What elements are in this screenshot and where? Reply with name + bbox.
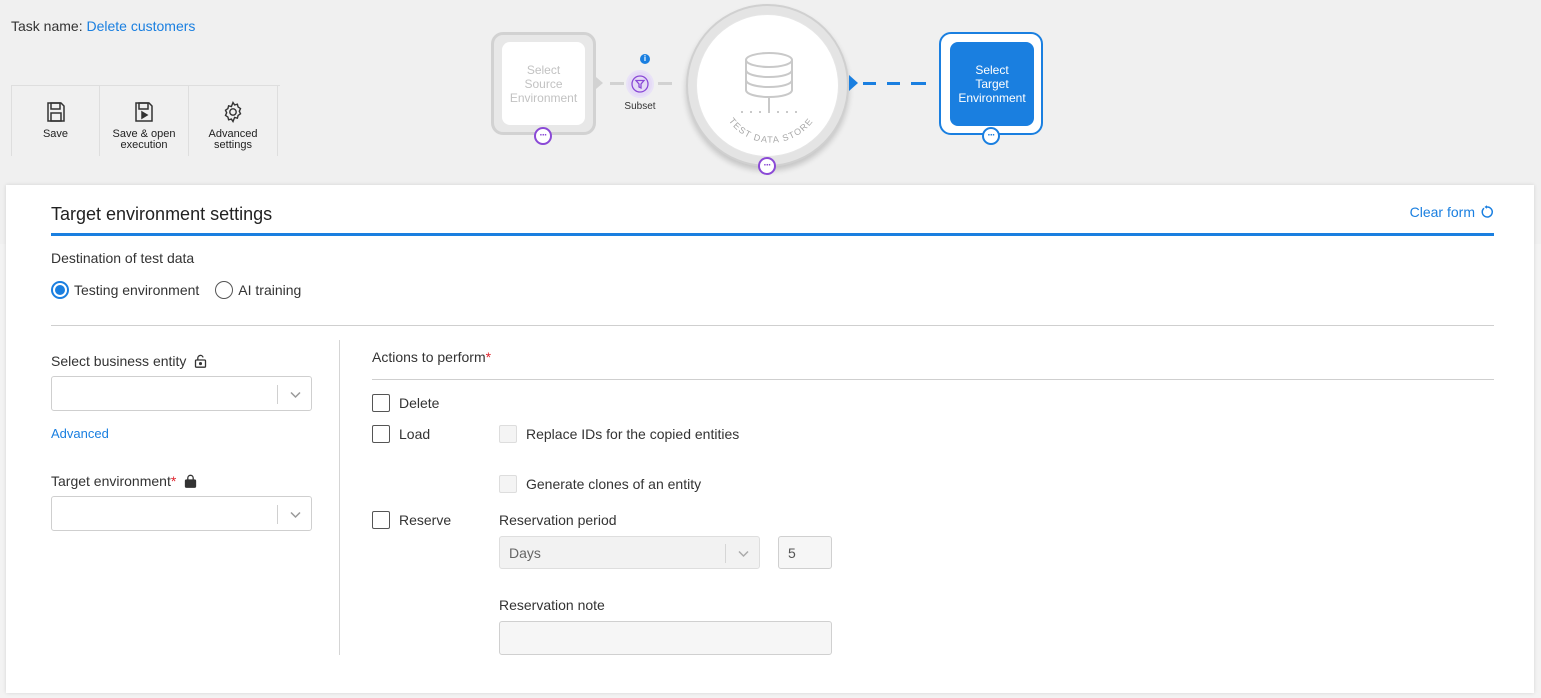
reservation-note-input[interactable] [499, 621, 832, 655]
radio-ai-training[interactable]: AI training [215, 281, 301, 299]
target-label-2: Target [975, 77, 1009, 91]
reservation-period-unit-select[interactable]: Days [499, 536, 760, 569]
clear-form-button[interactable]: Clear form [1410, 204, 1494, 220]
source-environment-node[interactable]: Select Source Environment [491, 32, 596, 135]
source-more-button[interactable]: ··· [534, 127, 552, 145]
checkbox-replace-ids-label: Replace IDs for the copied entities [526, 426, 740, 442]
radio-testing-environment[interactable]: Testing environment [51, 281, 199, 299]
checkbox-load-label: Load [399, 426, 431, 442]
select-separator [277, 505, 278, 524]
reservation-note-label: Reservation note [499, 597, 605, 613]
required-mark: * [485, 349, 492, 365]
target-more-button[interactable]: ··· [982, 127, 1000, 145]
radio-testing-environment-control[interactable] [51, 281, 69, 299]
test-data-store-label: TEST DATA STORE [727, 116, 815, 145]
target-arrow-head [849, 75, 858, 91]
store-more-button[interactable]: ··· [758, 157, 776, 175]
select-separator [277, 385, 278, 404]
required-mark: * [170, 473, 177, 489]
target-environment-label-text: Target environment [51, 473, 171, 489]
checkbox-reserve[interactable]: Reserve [372, 511, 451, 529]
destination-radio-group: Testing environment AI training [51, 281, 317, 299]
panel-title: Target environment settings [51, 204, 273, 224]
reservation-period-label: Reservation period [499, 512, 617, 528]
test-data-store-node[interactable]: TEST DATA STORE [686, 4, 849, 167]
source-label-3: Environment [509, 90, 578, 105]
actions-divider [372, 379, 1494, 380]
svg-text:TEST DATA STORE: TEST DATA STORE [727, 116, 815, 145]
chevron-down-icon [738, 550, 749, 558]
target-label-3: Environment [958, 91, 1026, 105]
advanced-link[interactable]: Advanced [51, 426, 109, 441]
info-icon[interactable]: i [640, 54, 650, 64]
business-entity-select[interactable] [51, 376, 312, 411]
clear-form-label: Clear form [1409, 204, 1475, 220]
target-environment-card[interactable]: Select Target Environment [950, 42, 1034, 126]
target-environment-settings-panel: Target environment settings Clear form D… [6, 185, 1534, 693]
target-environment-select[interactable] [51, 496, 312, 531]
checkbox-generate-clones-control[interactable] [499, 475, 517, 493]
source-environment-card[interactable]: Select Source Environment [502, 42, 585, 125]
target-environment-node[interactable]: Select Target Environment [939, 32, 1043, 135]
checkbox-delete-label: Delete [399, 395, 440, 411]
checkbox-reserve-label: Reserve [399, 512, 452, 528]
subset-label: Subset [624, 101, 656, 112]
radio-ai-training-control[interactable] [215, 281, 234, 299]
connector-dash [658, 82, 672, 85]
target-label-1: Select [975, 63, 1009, 77]
connector-dash [911, 82, 926, 85]
checkbox-generate-clones[interactable]: Generate clones of an entity [499, 475, 701, 493]
actions-label-text: Actions to perform [372, 349, 486, 365]
checkbox-delete[interactable]: Delete [372, 394, 439, 412]
radio-ai-training-label: AI training [238, 282, 302, 298]
checkbox-load-control[interactable] [372, 425, 390, 443]
subset-button[interactable] [626, 70, 654, 98]
filter-icon [631, 75, 649, 93]
checkbox-replace-ids-control[interactable] [499, 425, 517, 443]
checkbox-reserve-control[interactable] [372, 511, 390, 529]
reservation-period-value-input[interactable]: 5 [778, 536, 832, 569]
connector-dash [887, 82, 900, 85]
chevron-down-icon [290, 511, 301, 519]
business-entity-label-text: Select business entity [51, 353, 187, 369]
lock-icon[interactable] [184, 474, 197, 488]
source-label-2: Source [524, 76, 563, 91]
select-separator [725, 544, 726, 563]
flow-diagram: Select Source Environment ··· i Subset T… [0, 0, 1541, 185]
business-entity-label: Select business entity [51, 353, 207, 369]
checkbox-replace-ids[interactable]: Replace IDs for the copied entities [499, 425, 739, 443]
reservation-period-unit-value: Days [509, 545, 541, 561]
radio-testing-environment-label: Testing environment [74, 282, 200, 298]
reset-icon [1481, 205, 1493, 218]
checkbox-load[interactable]: Load [372, 425, 430, 443]
connector-dash [863, 82, 876, 85]
source-label-1: Select [526, 62, 561, 77]
divider [51, 325, 1494, 326]
column-divider [339, 340, 340, 655]
test-data-store-label-text: TEST DATA STORE [727, 116, 814, 145]
panel-header: Target environment settings Clear form [51, 185, 1494, 236]
unlock-icon[interactable] [194, 354, 207, 368]
checkbox-delete-control[interactable] [372, 394, 390, 412]
connector-dash [610, 82, 624, 85]
target-environment-label: Target environment * [51, 473, 197, 489]
source-arrow-head [596, 77, 603, 89]
chevron-down-icon [290, 391, 301, 399]
checkbox-generate-clones-label: Generate clones of an entity [526, 476, 702, 492]
test-data-store-inner: TEST DATA STORE [696, 14, 839, 157]
actions-label: Actions to perform* [372, 349, 491, 365]
destination-label: Destination of test data [51, 250, 195, 266]
